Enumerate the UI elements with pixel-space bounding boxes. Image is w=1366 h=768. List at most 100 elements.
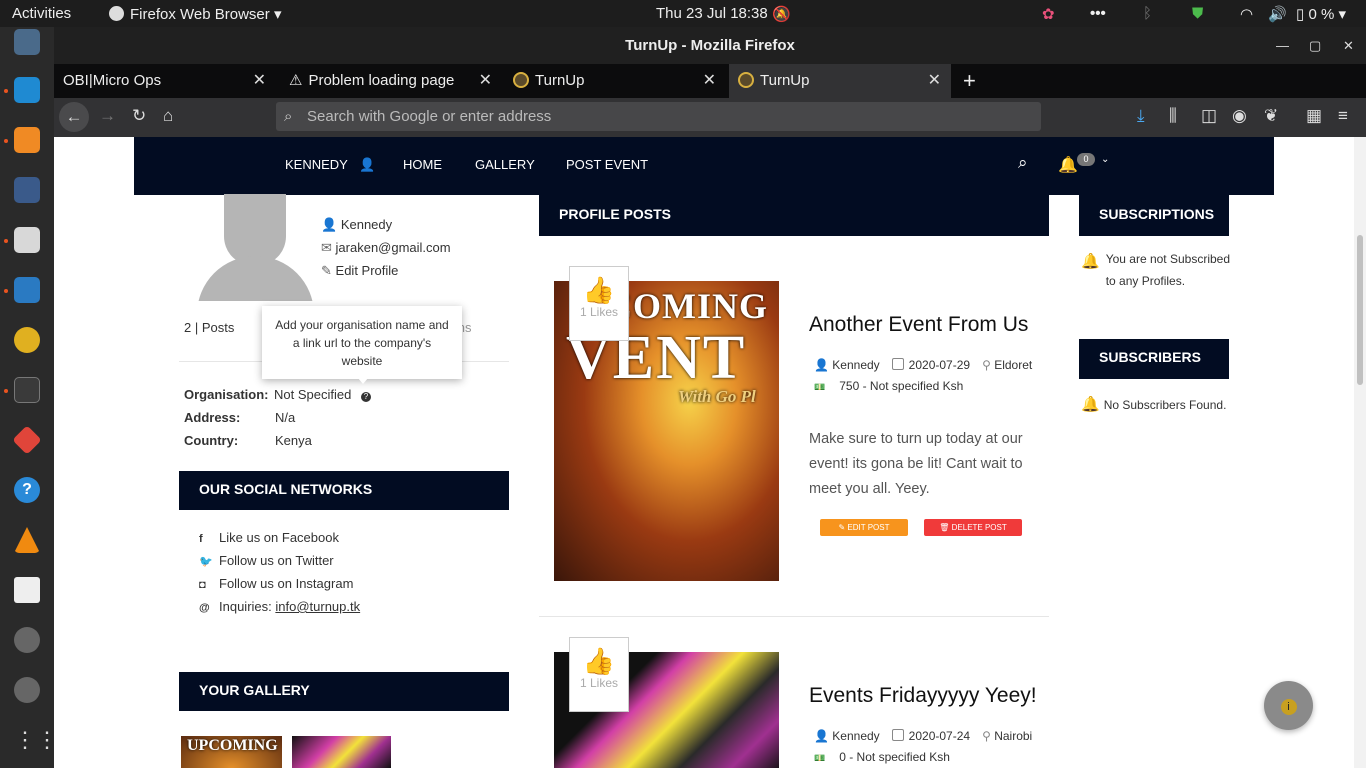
vscode-icon[interactable]: [14, 77, 40, 103]
git-icon[interactable]: [12, 425, 42, 455]
disc-icon[interactable]: [14, 627, 40, 653]
url-bar[interactable]: ⌕ Search with Google or enter address: [276, 102, 1041, 131]
bell-icon[interactable]: 🔔: [1058, 155, 1078, 175]
close-tab-icon[interactable]: ✕: [703, 64, 716, 98]
nav-post-event[interactable]: POST EVENT: [566, 157, 648, 172]
post-title[interactable]: Another Event From Us: [809, 313, 1028, 337]
menu-icon[interactable]: ≡: [1338, 106, 1348, 126]
chevron-down-icon[interactable]: ⌄: [1101, 154, 1109, 165]
like-button[interactable]: 👍 1 Likes: [569, 266, 629, 341]
location-icon: ⚲: [982, 729, 991, 743]
vlc-icon[interactable]: [14, 527, 40, 553]
sublime-text-icon[interactable]: [14, 127, 40, 153]
mail-icon: ✉: [321, 240, 332, 255]
terminal-icon[interactable]: [14, 377, 40, 403]
addons-icon[interactable]: ▦: [1306, 106, 1322, 126]
help-icon[interactable]: ?: [14, 477, 40, 503]
help-icon[interactable]: ?: [360, 392, 371, 402]
inquiries-email-link[interactable]: info@turnup.tk: [275, 599, 360, 614]
close-tab-icon[interactable]: ✕: [253, 64, 266, 98]
disc-icon-2[interactable]: [14, 677, 40, 703]
inquiries-row: @ Inquiries: info@turnup.tk: [199, 599, 360, 614]
extension-icon[interactable]: ◉: [1232, 106, 1247, 126]
nav-gallery[interactable]: GALLERY: [475, 157, 535, 172]
like-button[interactable]: 👍 1 Likes: [569, 637, 629, 712]
tooltip: Add your organisation name and a link ur…: [262, 306, 462, 379]
tab-label: Problem loading page: [308, 72, 455, 89]
maximize-icon[interactable]: ▢: [1309, 27, 1321, 65]
minimize-icon[interactable]: —: [1276, 27, 1289, 65]
post-price-value: 0 - Not specified Ksh: [839, 750, 950, 764]
battery-indicator[interactable]: ▯ 0 % ▾: [1296, 5, 1346, 23]
floating-info-button[interactable]: i: [1264, 681, 1313, 730]
tab-label: TurnUp: [535, 72, 585, 89]
volume-icon[interactable]: 🔊: [1268, 5, 1287, 23]
tab-obi-micro-ops[interactable]: OBI|Micro Ops ✕: [54, 64, 276, 98]
scrollbar-thumb[interactable]: [1357, 235, 1363, 385]
tab-bar: OBI|Micro Ops ✕ ⚠ Problem loading page ✕ Tu…: [54, 64, 1366, 98]
firefox-window: TurnUp - Mozilla Firefox — ▢ ✕ OBI|Micro…: [54, 27, 1366, 768]
sidebar-icon[interactable]: ◫: [1201, 106, 1217, 126]
thumbs-up-icon: 👍: [582, 646, 616, 676]
tab-turnup-active[interactable]: TurnUp ✕: [729, 64, 951, 98]
back-button[interactable]: ←: [59, 102, 89, 132]
files-icon[interactable]: [14, 227, 40, 253]
twitter-icon: 🐦: [199, 556, 213, 568]
tab-problem-loading[interactable]: ⚠ Problem loading page ✕: [280, 64, 502, 98]
facebook-label: Like us on Facebook: [219, 530, 339, 545]
nav-user[interactable]: KENNEDY 👤: [285, 157, 375, 173]
user-icon: 👤: [814, 358, 829, 372]
firefox-icon: [109, 6, 124, 21]
home-button[interactable]: ⌂: [163, 106, 173, 126]
pencil-icon: ✎: [321, 263, 332, 278]
rhythmbox-icon[interactable]: [14, 327, 40, 353]
gallery-thumb-text: UPCOMING: [187, 737, 278, 754]
gallery-thumb[interactable]: [292, 736, 391, 768]
caret-down-icon: ▾: [273, 6, 282, 23]
forward-button[interactable]: →: [99, 106, 116, 126]
activities-button[interactable]: Activities: [12, 5, 71, 22]
wifi-icon[interactable]: ◠: [1240, 5, 1253, 23]
media-player-icon[interactable]: [14, 577, 40, 603]
writer-icon[interactable]: [14, 277, 40, 303]
tray-app-icon[interactable]: ✿: [1042, 5, 1055, 23]
user-icon: 👤: [321, 217, 338, 232]
library-icon[interactable]: ⫼: [1169, 106, 1177, 126]
search-icon[interactable]: ⌕: [1018, 153, 1028, 173]
app-grid-icon[interactable]: ⋮⋮: [14, 727, 58, 753]
close-window-icon[interactable]: ✕: [1343, 27, 1354, 65]
running-indicator: [4, 389, 8, 393]
delete-post-button[interactable]: 🗑 DELETE POST: [924, 519, 1022, 536]
bluetooth-icon[interactable]: ᛒ: [1143, 5, 1152, 22]
twitter-link[interactable]: 🐦 Follow us on Twitter: [199, 553, 334, 568]
downloads-icon[interactable]: ⤓: [1137, 106, 1145, 126]
page-scrollbar[interactable]: [1354, 137, 1366, 768]
tab-label: TurnUp: [760, 72, 810, 89]
edit-post-button[interactable]: ✎ EDIT POST: [820, 519, 908, 536]
user-icon: 👤: [814, 729, 829, 743]
database-tool-icon[interactable]: [14, 177, 40, 203]
gnome-extension-icon[interactable]: ❦: [1264, 106, 1278, 126]
like-count: 1 Likes: [579, 305, 619, 319]
reload-button[interactable]: ↻: [132, 106, 146, 126]
page-content: KENNEDY 👤 HOME GALLERY POST EVENT ⌕ 🔔 0 …: [54, 137, 1354, 768]
edit-profile-link[interactable]: ✎ Edit Profile: [321, 259, 451, 282]
avatar: [197, 194, 314, 301]
app-menu[interactable]: Firefox Web Browser ▾: [109, 5, 281, 23]
nav-home[interactable]: HOME: [403, 157, 442, 172]
clock[interactable]: Thu 23 Jul 18:38: [656, 5, 768, 22]
shield-icon[interactable]: ⛊: [1192, 5, 1203, 22]
post-title[interactable]: Events Fridayyyyy Yeey!: [809, 684, 1037, 708]
post-date: 2020-07-24: [908, 729, 971, 743]
screenshot-app-icon[interactable]: [14, 29, 40, 55]
post-location: Nairobi: [994, 729, 1033, 743]
instagram-link[interactable]: ◘ Follow us on Instagram: [199, 576, 353, 591]
new-tab-button[interactable]: +: [954, 64, 984, 98]
tray-more-icon[interactable]: •••: [1090, 5, 1106, 22]
notification-count: 0: [1077, 153, 1095, 166]
close-tab-icon[interactable]: ✕: [479, 64, 492, 98]
close-tab-icon[interactable]: ✕: [928, 64, 941, 98]
facebook-link[interactable]: f Like us on Facebook: [199, 530, 339, 545]
tab-turnup[interactable]: TurnUp ✕: [504, 64, 726, 98]
gallery-thumb[interactable]: UPCOMING: [181, 736, 282, 768]
